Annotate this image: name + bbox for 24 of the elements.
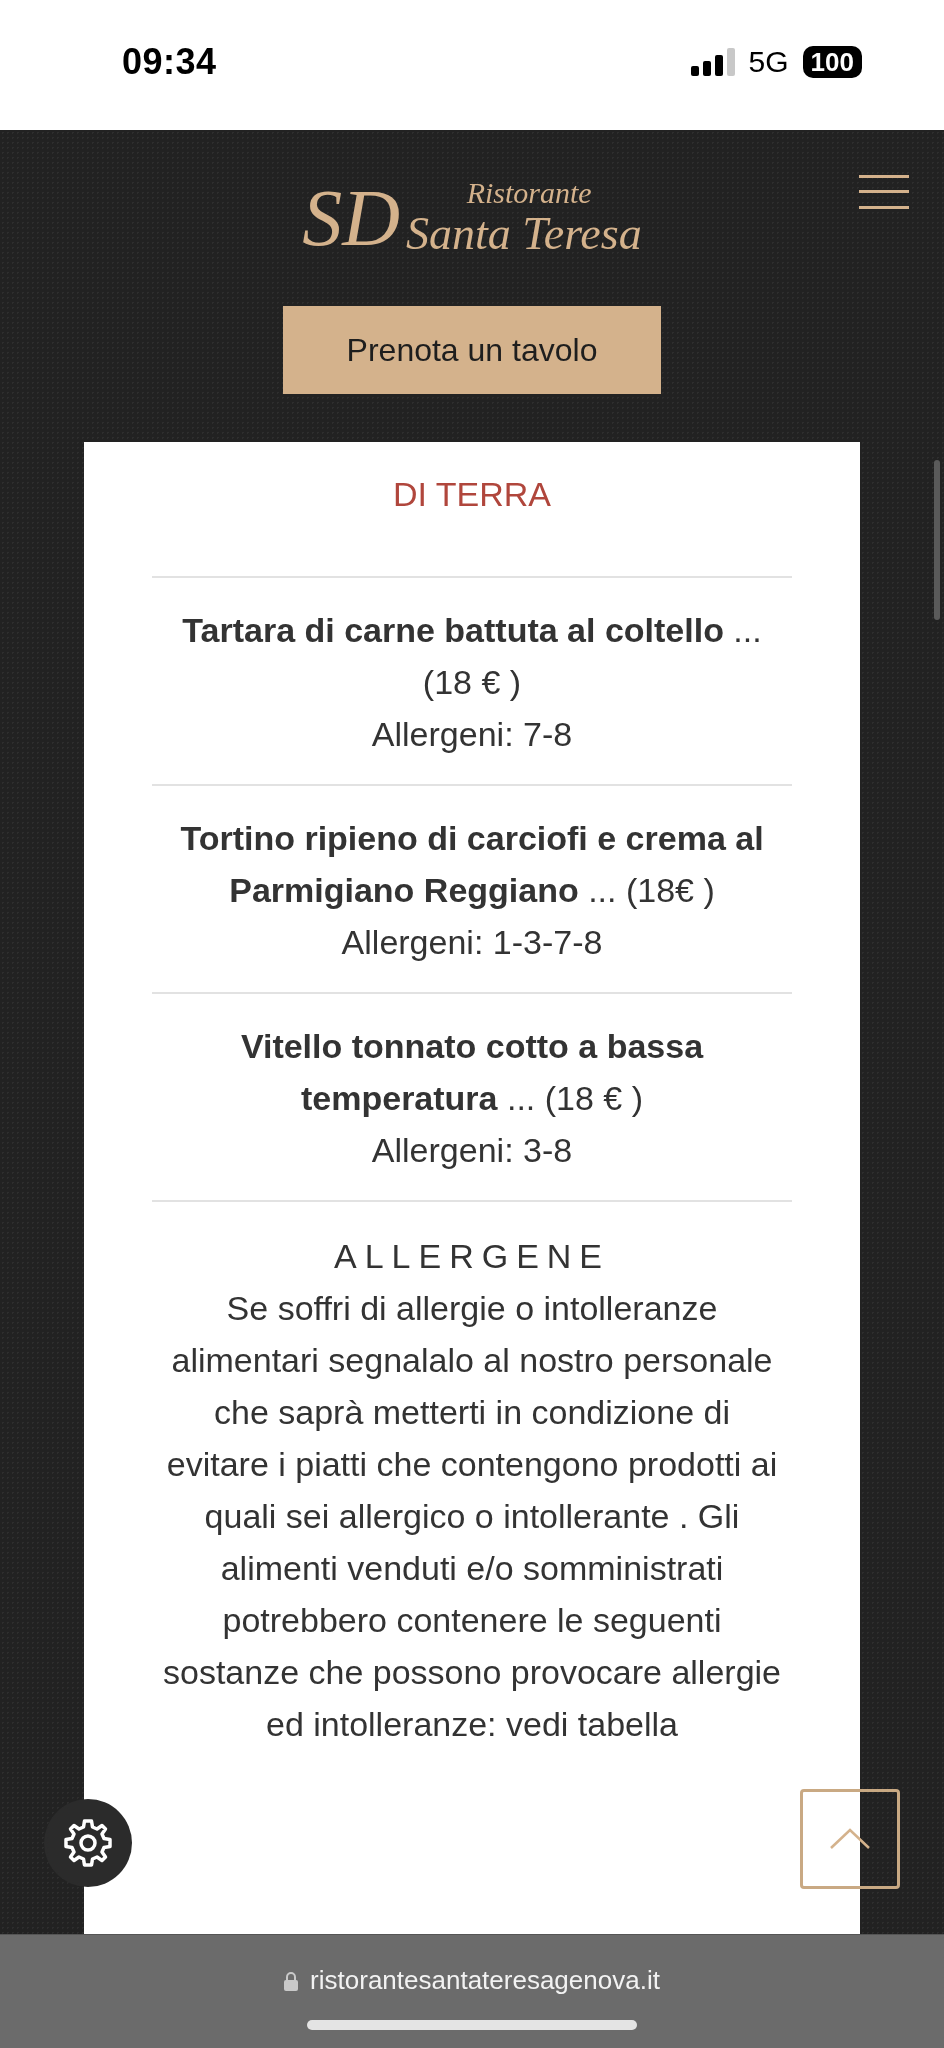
signal-icon [690,48,735,76]
dish-allergens: Allergeni: 3-8 [370,1130,574,1171]
settings-button[interactable] [44,1799,132,1887]
settings-icon [62,1817,114,1869]
allergen-title: ALLERGENE [332,1236,612,1277]
back-to-top-button[interactable] [800,1789,900,1889]
dish-name-price: Tartara di carne battuta al coltello ... (18 € ) [181,610,763,703]
network-label: 5G [748,45,789,79]
status-time: 09:34 [122,41,217,83]
logo-subtitle: Ristorante [466,176,592,210]
dish-allergens: Allergeni: 1-3-7-8 [340,922,604,963]
lock-icon [284,1970,299,1991]
url-text[interactable]: ristorantesantateresagenova.it [310,1965,660,1996]
dish-name-price: Vitello tonnato cotto a bassa temperatura ... (18 € ) [239,1026,705,1119]
allergen-notice-text: Se soffri di allergie o intolleranze alimentari segnalalo al nostro personale che saprà metterti in condizione di evitare i piatti che contengono prodotti ai quali sei allergico o intollerante . Gli alimenti venduti e/o somministrati potrebbero contenere le seguenti sostanze che possono provocare allergie ed intolleranze: vedi tabella [161,1288,782,1745]
section-title: DI TERRA [152,468,792,578]
dish-allergens: Allergeni: 7-8 [370,714,574,755]
menu-icon[interactable] [859,175,909,209]
battery-indicator: 100 [802,46,862,78]
logo-title: Santa Teresa [406,209,642,260]
logo-monogram: SD [302,178,401,258]
chevron-up-icon [830,1828,870,1850]
book-table-button[interactable]: Prenota un tavolo [283,306,661,394]
dish-name-price: Tortino ripieno di carciofi e crema al Parmigiano Reggiano ... (18€ ) [179,818,765,911]
